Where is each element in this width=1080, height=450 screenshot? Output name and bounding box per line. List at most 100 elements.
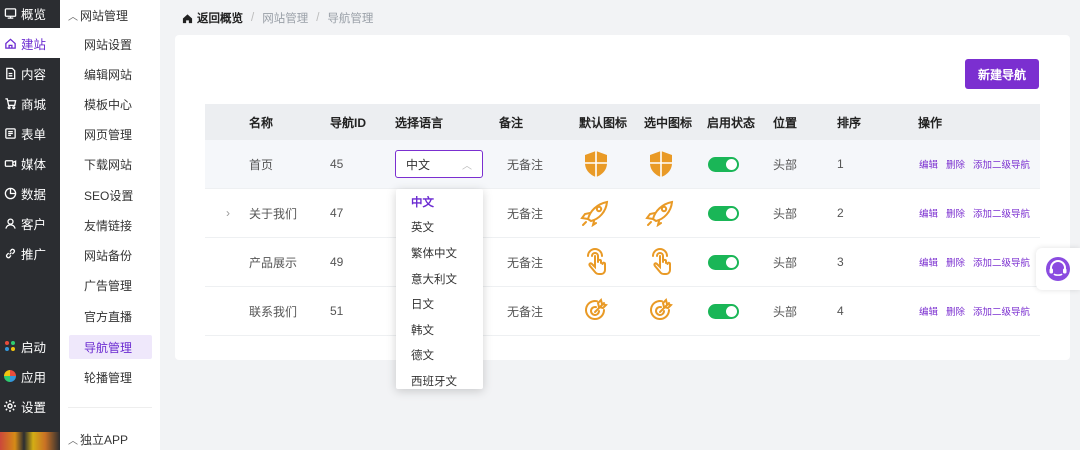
rail-item-media[interactable]: 媒体 [0, 148, 60, 178]
row-name: 联系我们 [249, 304, 298, 319]
delete-link[interactable]: 删除 [946, 304, 965, 318]
rail-item-launch[interactable]: 启动 [0, 331, 60, 361]
language-select[interactable]: 中文 ︿ [395, 150, 483, 178]
headset-icon [1046, 257, 1070, 281]
language-option-selected[interactable]: 中文 [396, 189, 483, 215]
row-name: 首页 [249, 157, 274, 172]
secondary-nav: ︿ 网站管理 网站设置 编辑网站 模板中心 网页管理 下载网站 SEO设置 友情… [60, 0, 160, 450]
enable-toggle[interactable] [708, 303, 739, 319]
rail-item-label: 客户 [21, 217, 47, 232]
row-note: 无备注 [507, 255, 544, 270]
submenu-item[interactable]: 网页管理 [69, 122, 152, 146]
submenu-item[interactable]: 网站备份 [69, 243, 152, 267]
row-note: 无备注 [507, 304, 544, 319]
edit-link[interactable]: 编辑 [919, 255, 938, 269]
edit-link[interactable]: 编辑 [919, 304, 938, 318]
expand-icon[interactable]: › [226, 189, 230, 237]
rail-item-shop[interactable]: 商城 [0, 88, 60, 118]
pie-chart-icon [3, 186, 17, 200]
submenu-item[interactable]: 轮播管理 [69, 365, 152, 389]
col-header: 选中图标 [644, 115, 693, 130]
enable-toggle[interactable] [708, 254, 739, 270]
shield-icon [648, 140, 674, 188]
col-header: 操作 [918, 115, 943, 130]
apps-icon [3, 369, 17, 383]
breadcrumb-nav-management[interactable]: 导航管理 [327, 10, 373, 26]
col-header: 默认图标 [579, 115, 628, 130]
language-option[interactable]: 意大利文 [396, 266, 483, 292]
breadcrumb-site-management[interactable]: 网站管理 [262, 10, 308, 26]
rail-item-data[interactable]: 数据 [0, 178, 60, 208]
row-order: 1 [837, 157, 844, 171]
table-row[interactable]: › 关于我们 47 无备注 头部 2 编辑 删除 添加二级导航 [205, 189, 1040, 238]
language-option[interactable]: 韩文 [396, 317, 483, 343]
launch-icon [3, 339, 17, 353]
add-subnav-link[interactable]: 添加二级导航 [973, 304, 1030, 318]
language-option[interactable]: 英文 [396, 215, 483, 241]
submenu-group-standalone-app[interactable]: ︿ 独立APP [68, 424, 128, 450]
language-option[interactable]: 西班牙文 [396, 368, 483, 389]
breadcrumb: 返回概览 / 网站管理 / 导航管理 [182, 10, 373, 26]
rail-item-form[interactable]: 表单 [0, 118, 60, 148]
chevron-up-icon: ︿ [68, 435, 78, 447]
submenu-item[interactable]: 广告管理 [69, 273, 152, 297]
edit-link[interactable]: 编辑 [919, 157, 938, 171]
row-position: 头部 [773, 304, 798, 319]
delete-link[interactable]: 删除 [946, 157, 965, 171]
rail-item-label: 应用 [21, 370, 47, 385]
language-option[interactable]: 德文 [396, 343, 483, 369]
table-row[interactable]: 产品展示 49 无备注 头部 3 编辑 删除 添加二级导航 [205, 238, 1040, 287]
submenu-item[interactable]: 编辑网站 [69, 62, 152, 86]
language-option[interactable]: 繁体中文 [396, 240, 483, 266]
table-row[interactable]: 联系我们 51 无备注 头部 4 编辑 删除 添加二级导航 [205, 287, 1040, 336]
rail-item-build-site[interactable]: 建站 [0, 28, 60, 58]
primary-nav-rail: 概览 建站 内容 商城 表单 媒体 数据 客户 推广 启动 应用 设置 [0, 0, 60, 450]
enable-toggle[interactable] [708, 205, 739, 221]
new-nav-button[interactable]: 新建导航 [965, 59, 1039, 89]
home-icon [3, 36, 17, 50]
rail-item-label: 媒体 [21, 157, 47, 172]
row-position: 头部 [773, 157, 798, 172]
submenu-group-site-management[interactable]: ︿ 网站管理 [68, 0, 128, 30]
enable-toggle[interactable] [708, 156, 739, 172]
chevron-up-icon: ︿ [68, 11, 78, 23]
rail-item-promote[interactable]: 推广 [0, 238, 60, 268]
rail-item-customers[interactable]: 客户 [0, 208, 60, 238]
row-order: 2 [837, 206, 844, 220]
row-order: 4 [837, 304, 844, 318]
row-note: 无备注 [507, 206, 544, 221]
submenu-item[interactable]: 友情链接 [69, 213, 152, 237]
col-header: 排序 [837, 115, 862, 130]
submenu-item[interactable]: 网站设置 [69, 32, 152, 56]
delete-link[interactable]: 删除 [946, 206, 965, 220]
row-id: 49 [330, 255, 344, 269]
rail-item-label: 表单 [21, 127, 47, 142]
submenu-item[interactable]: 下载网站 [69, 152, 152, 176]
submenu-item-active[interactable]: 导航管理 [69, 335, 152, 359]
decorative-banner [0, 432, 60, 450]
customer-support-button[interactable] [1036, 248, 1080, 290]
delete-link[interactable]: 删除 [946, 255, 965, 269]
submenu-item[interactable]: SEO设置 [69, 183, 152, 207]
breadcrumb-separator: / [251, 12, 255, 24]
rail-item-settings[interactable]: 设置 [0, 391, 60, 421]
add-subnav-link[interactable]: 添加二级导航 [973, 255, 1030, 269]
rail-item-content[interactable]: 内容 [0, 58, 60, 88]
video-icon [3, 156, 17, 170]
language-option[interactable]: 日文 [396, 291, 483, 317]
language-select-value: 中文 [406, 157, 431, 172]
edit-link[interactable]: 编辑 [919, 206, 938, 220]
main-card: 新建导航 名称 导航ID 选择语言 备注 默认图标 选中图标 启用状态 位置 排… [175, 35, 1070, 360]
form-icon [3, 126, 17, 140]
submenu-item[interactable]: 官方直播 [69, 304, 152, 328]
rail-item-overview[interactable]: 概览 [0, 0, 60, 28]
add-subnav-link[interactable]: 添加二级导航 [973, 206, 1030, 220]
col-header: 备注 [499, 115, 524, 130]
breadcrumb-home[interactable]: 返回概览 [182, 10, 243, 26]
row-name: 关于我们 [249, 206, 298, 221]
add-subnav-link[interactable]: 添加二级导航 [973, 157, 1030, 171]
table-row[interactable]: 首页 45 中文 ︿ 无备注 头部 1 编辑 删除 添加二级导航 [205, 140, 1040, 189]
submenu-item[interactable]: 模板中心 [69, 92, 152, 116]
row-order: 3 [837, 255, 844, 269]
rail-item-apps[interactable]: 应用 [0, 361, 60, 391]
